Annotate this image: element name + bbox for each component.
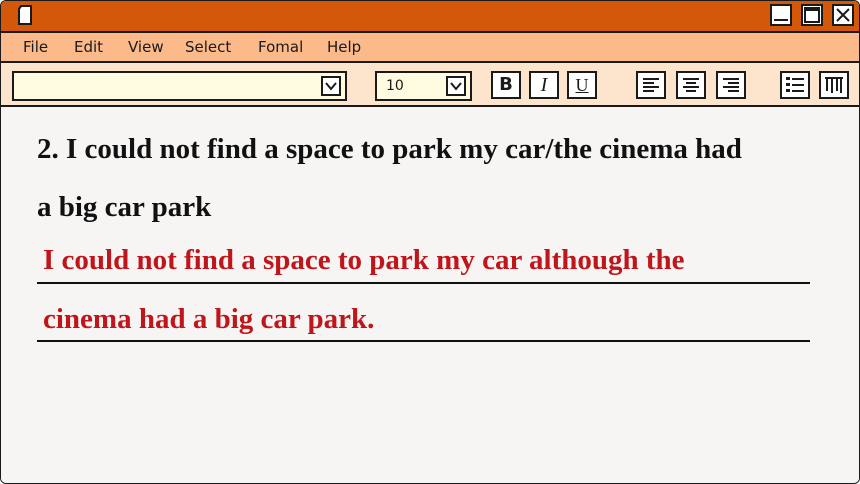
font-size-dropdown-arrow[interactable] (446, 76, 466, 96)
font-size-dropdown[interactable]: 10 (375, 71, 472, 101)
document-icon (18, 5, 32, 25)
align-left-button[interactable] (636, 71, 666, 99)
menu-bar: File Edit View Select Fomal Help (1, 33, 859, 63)
bold-button[interactable]: B (491, 71, 521, 99)
close-icon (836, 8, 850, 22)
bullet-list-button[interactable] (780, 71, 810, 99)
toolbar: 10 B I U (1, 63, 859, 107)
maximize-icon (804, 7, 820, 23)
columns-icon (825, 77, 843, 93)
italic-button[interactable]: I (529, 71, 559, 99)
align-center-button[interactable] (676, 71, 706, 99)
underline-button[interactable]: U (567, 71, 597, 99)
menu-file[interactable]: File (23, 38, 48, 56)
maximize-button[interactable] (801, 4, 823, 26)
font-name-dropdown[interactable] (12, 71, 347, 101)
answer-line-2: cinema had a big car park. (43, 303, 375, 335)
menu-select[interactable]: Select (185, 38, 231, 56)
answer-underline-1 (37, 282, 810, 284)
close-button[interactable] (832, 4, 854, 26)
columns-button[interactable] (819, 71, 849, 99)
bold-label: B (499, 74, 513, 95)
document-area[interactable]: 2. I could not find a space to park my c… (1, 107, 859, 483)
menu-help[interactable]: Help (327, 38, 361, 56)
question-line-2: a big car park (37, 191, 212, 223)
menu-view[interactable]: View (128, 38, 164, 56)
question-line-1: 2. I could not find a space to park my c… (37, 133, 742, 165)
font-size-value: 10 (386, 78, 404, 94)
menu-edit[interactable]: Edit (74, 38, 103, 56)
chevron-down-icon (325, 82, 337, 91)
minimize-button[interactable] (770, 4, 792, 26)
minimize-icon (774, 19, 788, 21)
answer-underline-2 (37, 340, 810, 342)
align-left-icon (643, 78, 659, 92)
bullet-list-icon (786, 77, 804, 92)
underline-label: U (575, 75, 589, 95)
italic-label: I (540, 74, 548, 96)
chevron-down-icon (450, 82, 462, 91)
app-window: File Edit View Select Fomal Help 10 B I … (0, 0, 860, 484)
title-bar (1, 1, 859, 33)
font-name-dropdown-arrow[interactable] (321, 76, 341, 96)
menu-format[interactable]: Fomal (258, 38, 303, 56)
answer-line-1: I could not find a space to park my car … (43, 244, 685, 276)
align-right-button[interactable] (716, 71, 746, 99)
align-right-icon (723, 78, 739, 92)
align-center-icon (683, 78, 699, 92)
